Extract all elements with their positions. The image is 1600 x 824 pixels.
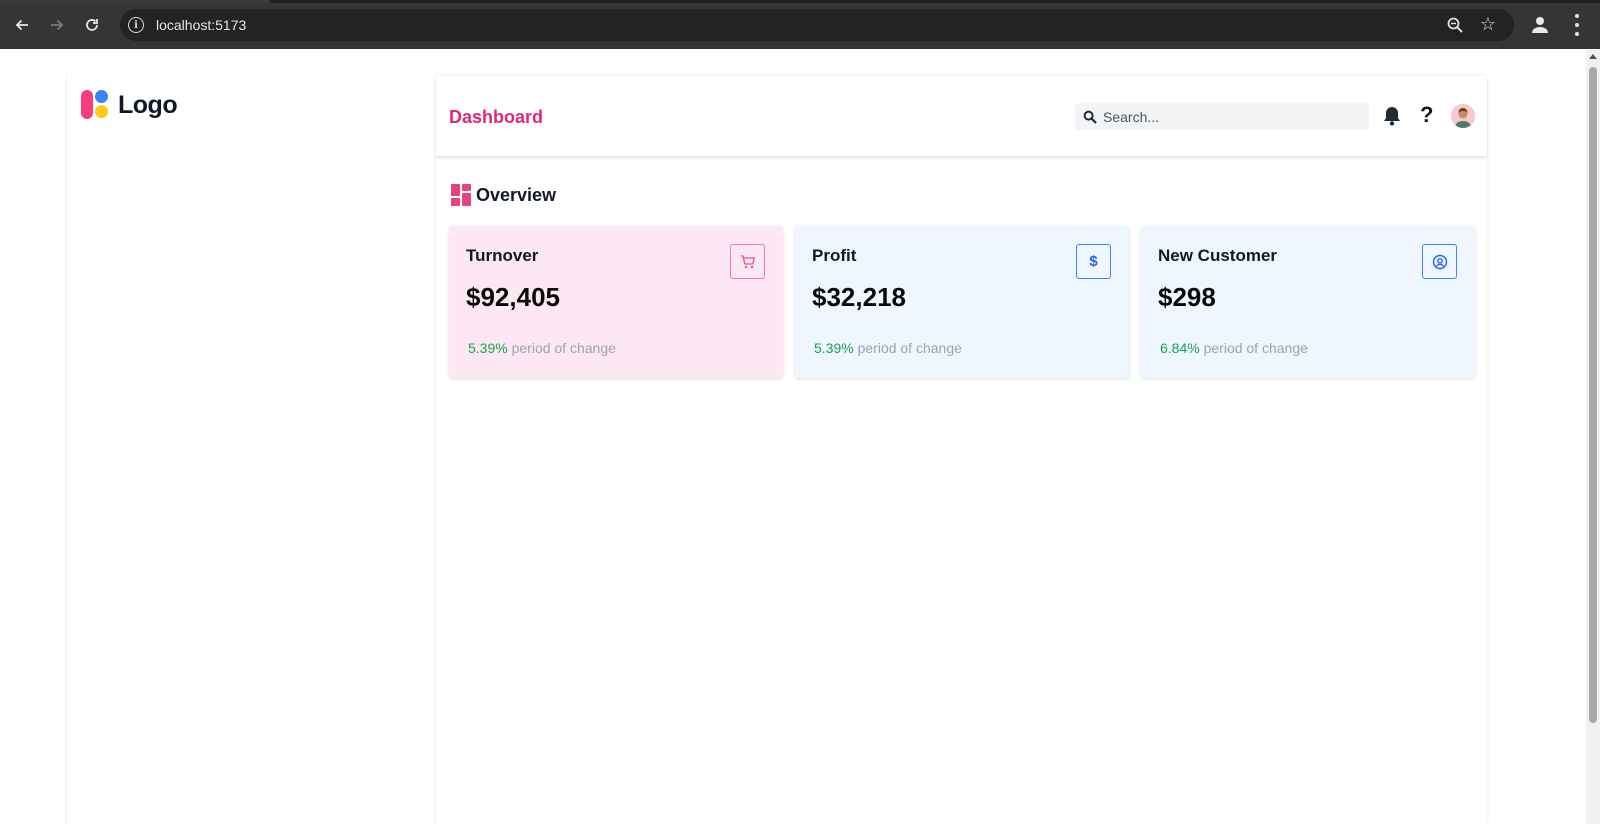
card-title: Turnover [466, 246, 539, 265]
scroll-up-arrow-icon[interactable] [1589, 54, 1597, 59]
sidebar: Logo [66, 76, 428, 824]
scrollbar-thumb[interactable] [1589, 67, 1597, 723]
search-icon [1083, 110, 1097, 124]
customer-user-button[interactable] [1422, 244, 1457, 279]
user-circle-icon [1432, 254, 1447, 269]
overview-heading: Overview [451, 184, 556, 206]
browser-toolbar: i localhost:5173 ☆ [0, 0, 1600, 49]
dashboard-grid-icon [451, 184, 471, 206]
card-value: $92,405 [466, 282, 560, 312]
profile-icon[interactable] [1528, 13, 1552, 37]
page-title: Dashboard [449, 107, 544, 127]
card-change: 5.39% period of change [814, 340, 962, 356]
top-header: Dashboard ? [436, 76, 1487, 156]
profit-card: Profit $32,218 5.39% period of change $ [795, 226, 1129, 378]
card-change: 6.84% period of change [1160, 340, 1308, 356]
help-icon[interactable]: ? [1420, 102, 1433, 128]
reload-button[interactable] [79, 12, 105, 38]
tab-strip [0, 0, 1600, 3]
search-box[interactable] [1075, 103, 1369, 130]
notification-bell-icon[interactable] [1381, 105, 1403, 127]
page-scrollbar[interactable] [1586, 49, 1600, 824]
change-label: period of change [857, 340, 962, 356]
address-url[interactable]: localhost:5173 [156, 17, 246, 33]
active-tab[interactable] [0, 0, 270, 3]
bookmark-star-icon[interactable]: ☆ [1480, 14, 1496, 35]
address-bar[interactable]: i localhost:5173 ☆ [120, 9, 1514, 41]
new-customer-card: New Customer $298 6.84% period of change [1141, 226, 1475, 378]
card-change: 5.39% period of change [468, 340, 616, 356]
search-input[interactable] [1103, 106, 1363, 127]
profit-dollar-button[interactable]: $ [1076, 244, 1111, 279]
logo-mark-icon [81, 90, 111, 120]
arrow-right-icon [51, 19, 64, 31]
turnover-cart-button[interactable] [730, 244, 765, 279]
arrow-left-icon [15, 19, 28, 31]
user-avatar[interactable] [1451, 104, 1475, 128]
overview-title: Overview [476, 184, 557, 205]
dollar-icon: $ [1089, 253, 1098, 270]
card-title: Profit [812, 246, 857, 265]
card-value: $298 [1158, 282, 1216, 312]
card-value: $32,218 [812, 282, 906, 312]
card-title: New Customer [1158, 246, 1278, 265]
turnover-card: Turnover $92,405 5.39% period of change [449, 226, 783, 378]
reload-icon [86, 19, 98, 31]
logo-text: Logo [118, 90, 178, 119]
main-content: Dashboard ? Overview Turnover $92,405 5.… [436, 76, 1487, 824]
logo[interactable]: Logo [81, 90, 178, 120]
change-label: period of change [1203, 340, 1308, 356]
cart-icon [740, 254, 755, 268]
change-percent: 6.84% [1160, 340, 1200, 356]
back-button[interactable] [9, 12, 35, 38]
avatar-portrait-icon [1451, 104, 1475, 128]
change-label: period of change [511, 340, 616, 356]
site-info-icon[interactable]: i [128, 17, 144, 33]
change-percent: 5.39% [468, 340, 508, 356]
zoom-icon[interactable] [1446, 16, 1464, 34]
change-percent: 5.39% [814, 340, 854, 356]
forward-button[interactable] [44, 12, 70, 38]
browser-menu-icon[interactable] [1574, 14, 1580, 36]
